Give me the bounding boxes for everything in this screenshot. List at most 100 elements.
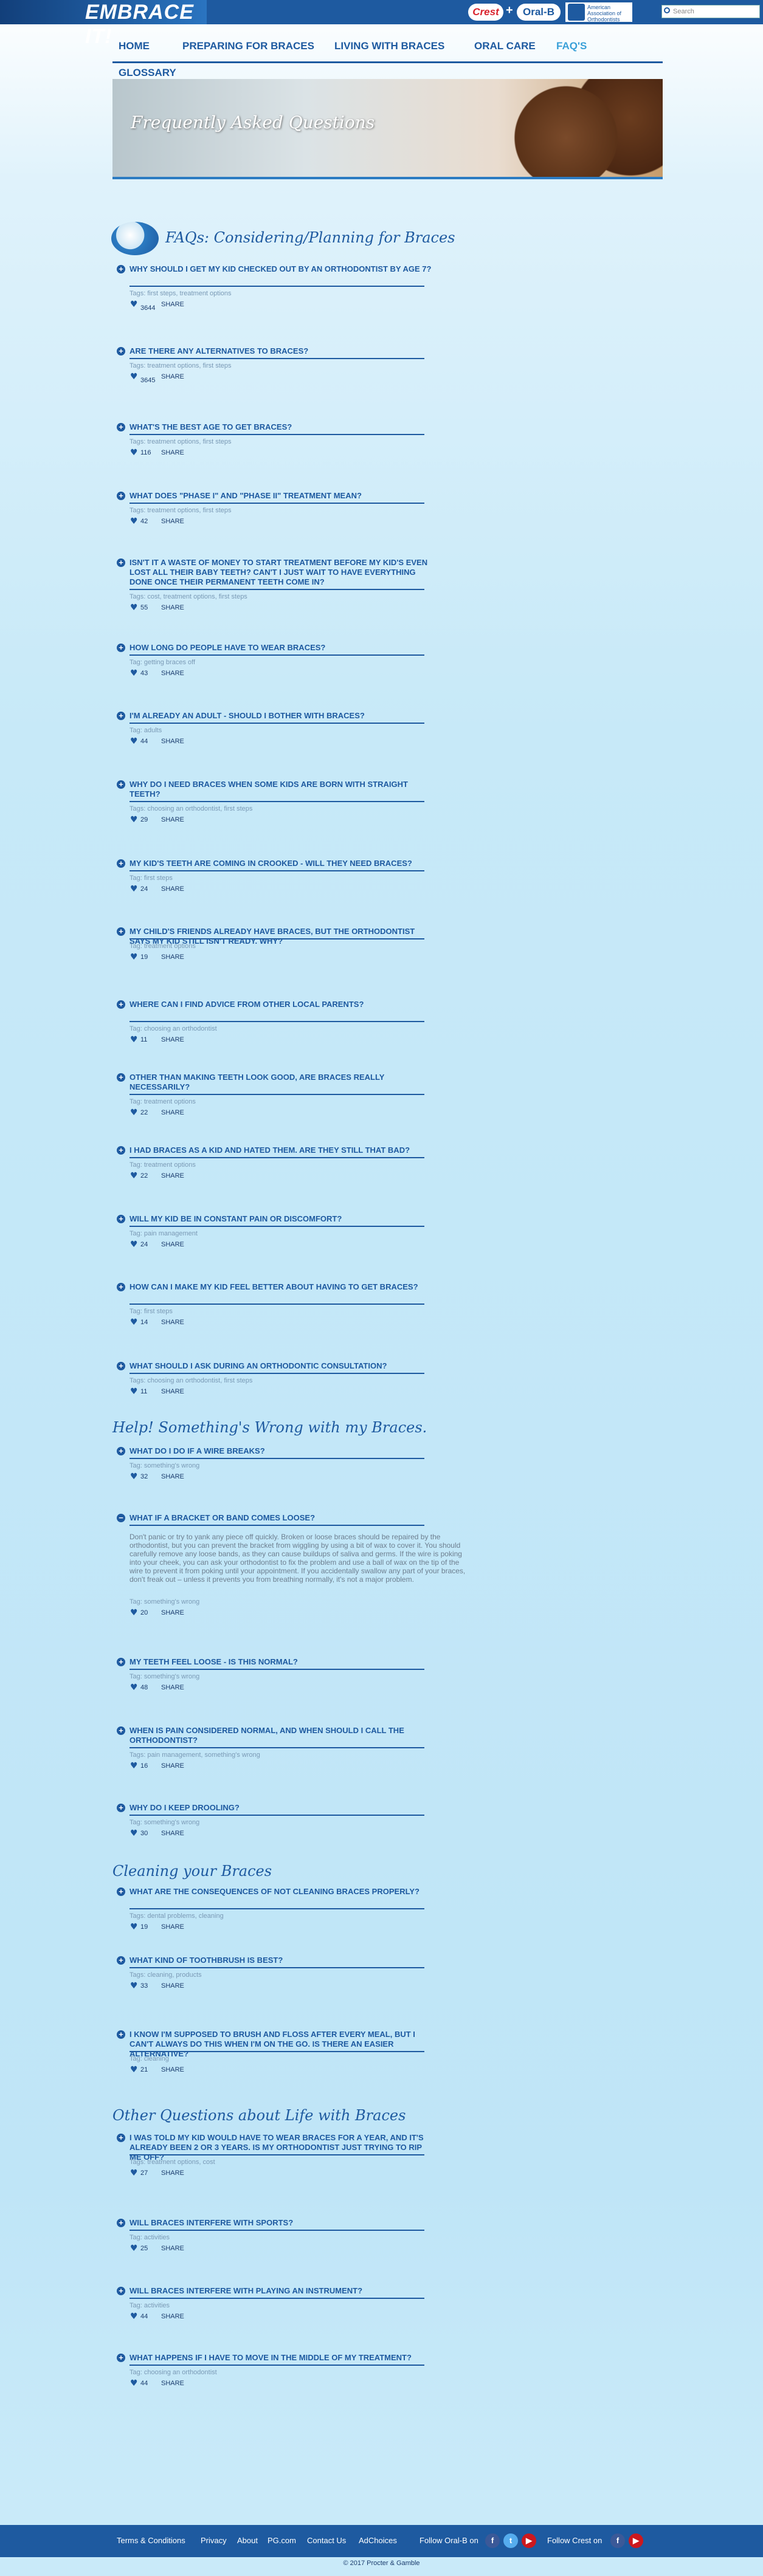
footer-adchoices[interactable]: AdChoices [359,2536,397,2545]
share-button[interactable]: SHARE [161,2169,184,2177]
share-button[interactable]: SHARE [161,1473,184,1480]
footer-terms[interactable]: Terms & Conditions [117,2536,185,2545]
nav-living[interactable]: LIVING WITH BRACES [334,40,444,52]
heart-icon[interactable]: ♥ [130,737,138,746]
share-button[interactable]: SHARE [161,2066,184,2073]
share-button[interactable]: SHARE [161,738,184,745]
expand-icon[interactable]: + [117,1447,125,1455]
share-button[interactable]: SHARE [161,1830,184,1837]
share-button[interactable]: SHARE [161,1172,184,1180]
heart-icon[interactable]: ♥ [130,1318,138,1327]
expand-icon[interactable]: + [117,1726,125,1735]
faq-question[interactable]: I was told my kid would have to wear bra… [129,2133,433,2162]
share-button[interactable]: SHARE [161,816,184,823]
faq-question[interactable]: How long do people have to wear braces? [129,643,433,653]
expand-icon[interactable]: + [117,423,125,431]
heart-icon[interactable]: ♥ [130,885,138,893]
facebook-icon[interactable]: f [610,2533,625,2548]
heart-icon[interactable]: ♥ [130,1472,138,1481]
footer-contact[interactable]: Contact Us [307,2536,346,2545]
heart-icon[interactable]: ♥ [130,1172,138,1180]
expand-icon[interactable]: + [117,492,125,500]
share-button[interactable]: SHARE [161,2313,184,2320]
oral-b-logo[interactable]: Oral-B [517,4,561,21]
faq-question[interactable]: Why do I need braces when some kids are … [129,780,433,799]
faq-question[interactable]: What are the consequences of not cleanin… [129,1887,433,1897]
heart-icon[interactable]: ♥ [130,1762,138,1770]
faq-question[interactable]: Why should I get my kid checked out by a… [129,264,433,274]
youtube-icon[interactable]: ▶ [522,2533,536,2548]
heart-icon[interactable]: ♥ [130,669,138,678]
heart-icon[interactable]: ♥ [130,2379,138,2388]
heart-icon[interactable]: ♥ [130,1829,138,1838]
faq-question[interactable]: Are there any alternatives to braces? [129,346,433,356]
faq-question[interactable]: When is pain considered normal, and when… [129,1726,433,1745]
heart-icon[interactable]: ♥ [130,603,138,612]
twitter-icon[interactable]: t [503,2533,518,2548]
expand-icon[interactable]: + [117,1956,125,1965]
faq-question[interactable]: Isn't it a waste of money to start treat… [129,558,433,587]
heart-icon[interactable]: ♥ [130,1609,138,1617]
expand-icon[interactable]: + [117,2354,125,2362]
expand-icon[interactable]: + [117,712,125,720]
heart-icon[interactable]: ♥ [130,1108,138,1117]
footer-pg[interactable]: PG.com [268,2536,296,2545]
faq-question[interactable]: What should I ask during an orthodontic … [129,1361,433,1371]
crest-logo[interactable]: Crest [468,4,503,21]
share-button[interactable]: SHARE [161,373,184,380]
faq-question[interactable]: Why do I keep drooling? [129,1803,433,1813]
expand-icon[interactable]: + [117,1215,125,1223]
expand-icon[interactable]: + [117,1658,125,1666]
expand-icon[interactable]: + [117,2134,125,2142]
heart-icon[interactable]: ♥ [130,2312,138,2321]
heart-icon[interactable]: ♥ [130,373,138,381]
share-button[interactable]: SHARE [161,1388,184,1395]
faq-question[interactable]: I had braces as a kid and hated them. Ar… [129,1145,433,1155]
nav-oral-care[interactable]: ORAL CARE [474,40,536,52]
faq-question[interactable]: What does "Phase I" and "Phase II" treat… [129,491,433,501]
faq-question[interactable]: I'm already an adult - should I bother w… [129,711,433,721]
heart-icon[interactable]: ♥ [130,1683,138,1692]
faq-question[interactable]: What kind of toothbrush is best? [129,1956,433,1965]
expand-icon[interactable]: + [117,859,125,868]
nav-preparing[interactable]: PREPARING FOR BRACES [182,40,314,52]
expand-icon[interactable]: + [117,1804,125,1812]
share-button[interactable]: SHARE [161,1609,184,1616]
share-button[interactable]: SHARE [161,1109,184,1116]
heart-icon[interactable]: ♥ [130,1036,138,1044]
expand-icon[interactable]: + [117,644,125,652]
faq-question[interactable]: Other than making teeth look good, are b… [129,1073,433,1092]
expand-icon[interactable]: + [117,2219,125,2227]
footer-about[interactable]: About [237,2536,258,2545]
expand-icon[interactable]: + [117,1362,125,1370]
faq-question[interactable]: Where can I find advice from other local… [129,1000,433,1009]
share-button[interactable]: SHARE [161,2380,184,2387]
expand-icon[interactable]: + [117,1887,125,1896]
share-button[interactable]: SHARE [161,953,184,961]
faq-question[interactable]: What happens if I have to move in the mi… [129,2353,433,2363]
expand-icon[interactable]: + [117,2030,125,2039]
faq-question[interactable]: I know I'm supposed to brush and floss a… [129,2030,433,2059]
share-button[interactable]: SHARE [161,1241,184,1248]
heart-icon[interactable]: ♥ [130,1387,138,1396]
share-button[interactable]: SHARE [161,1982,184,1990]
share-button[interactable]: SHARE [161,1319,184,1326]
heart-icon[interactable]: ♥ [130,448,138,457]
faq-question[interactable]: Will braces interfere with sports? [129,2218,433,2228]
nav-home[interactable]: HOME [119,40,150,52]
search-icon[interactable] [664,7,670,13]
nav-faqs[interactable]: FAQ'S [556,40,587,52]
share-button[interactable]: SHARE [161,518,184,525]
embrace-it-logo[interactable]: EMBRACE IT! [0,0,207,48]
footer-privacy[interactable]: Privacy [201,2536,227,2545]
heart-icon[interactable]: ♥ [130,517,138,526]
faq-question[interactable]: Will my kid be in constant pain or disco… [129,1214,433,1224]
faq-question[interactable]: What do I do if a wire breaks? [129,1446,433,1456]
heart-icon[interactable]: ♥ [130,953,138,961]
share-button[interactable]: SHARE [161,885,184,893]
faq-question[interactable]: How can I make my kid feel better about … [129,1282,433,1292]
share-button[interactable]: SHARE [161,2245,184,2252]
youtube-icon[interactable]: ▶ [629,2533,643,2548]
expand-icon[interactable]: + [117,927,125,936]
share-button[interactable]: SHARE [161,449,184,456]
